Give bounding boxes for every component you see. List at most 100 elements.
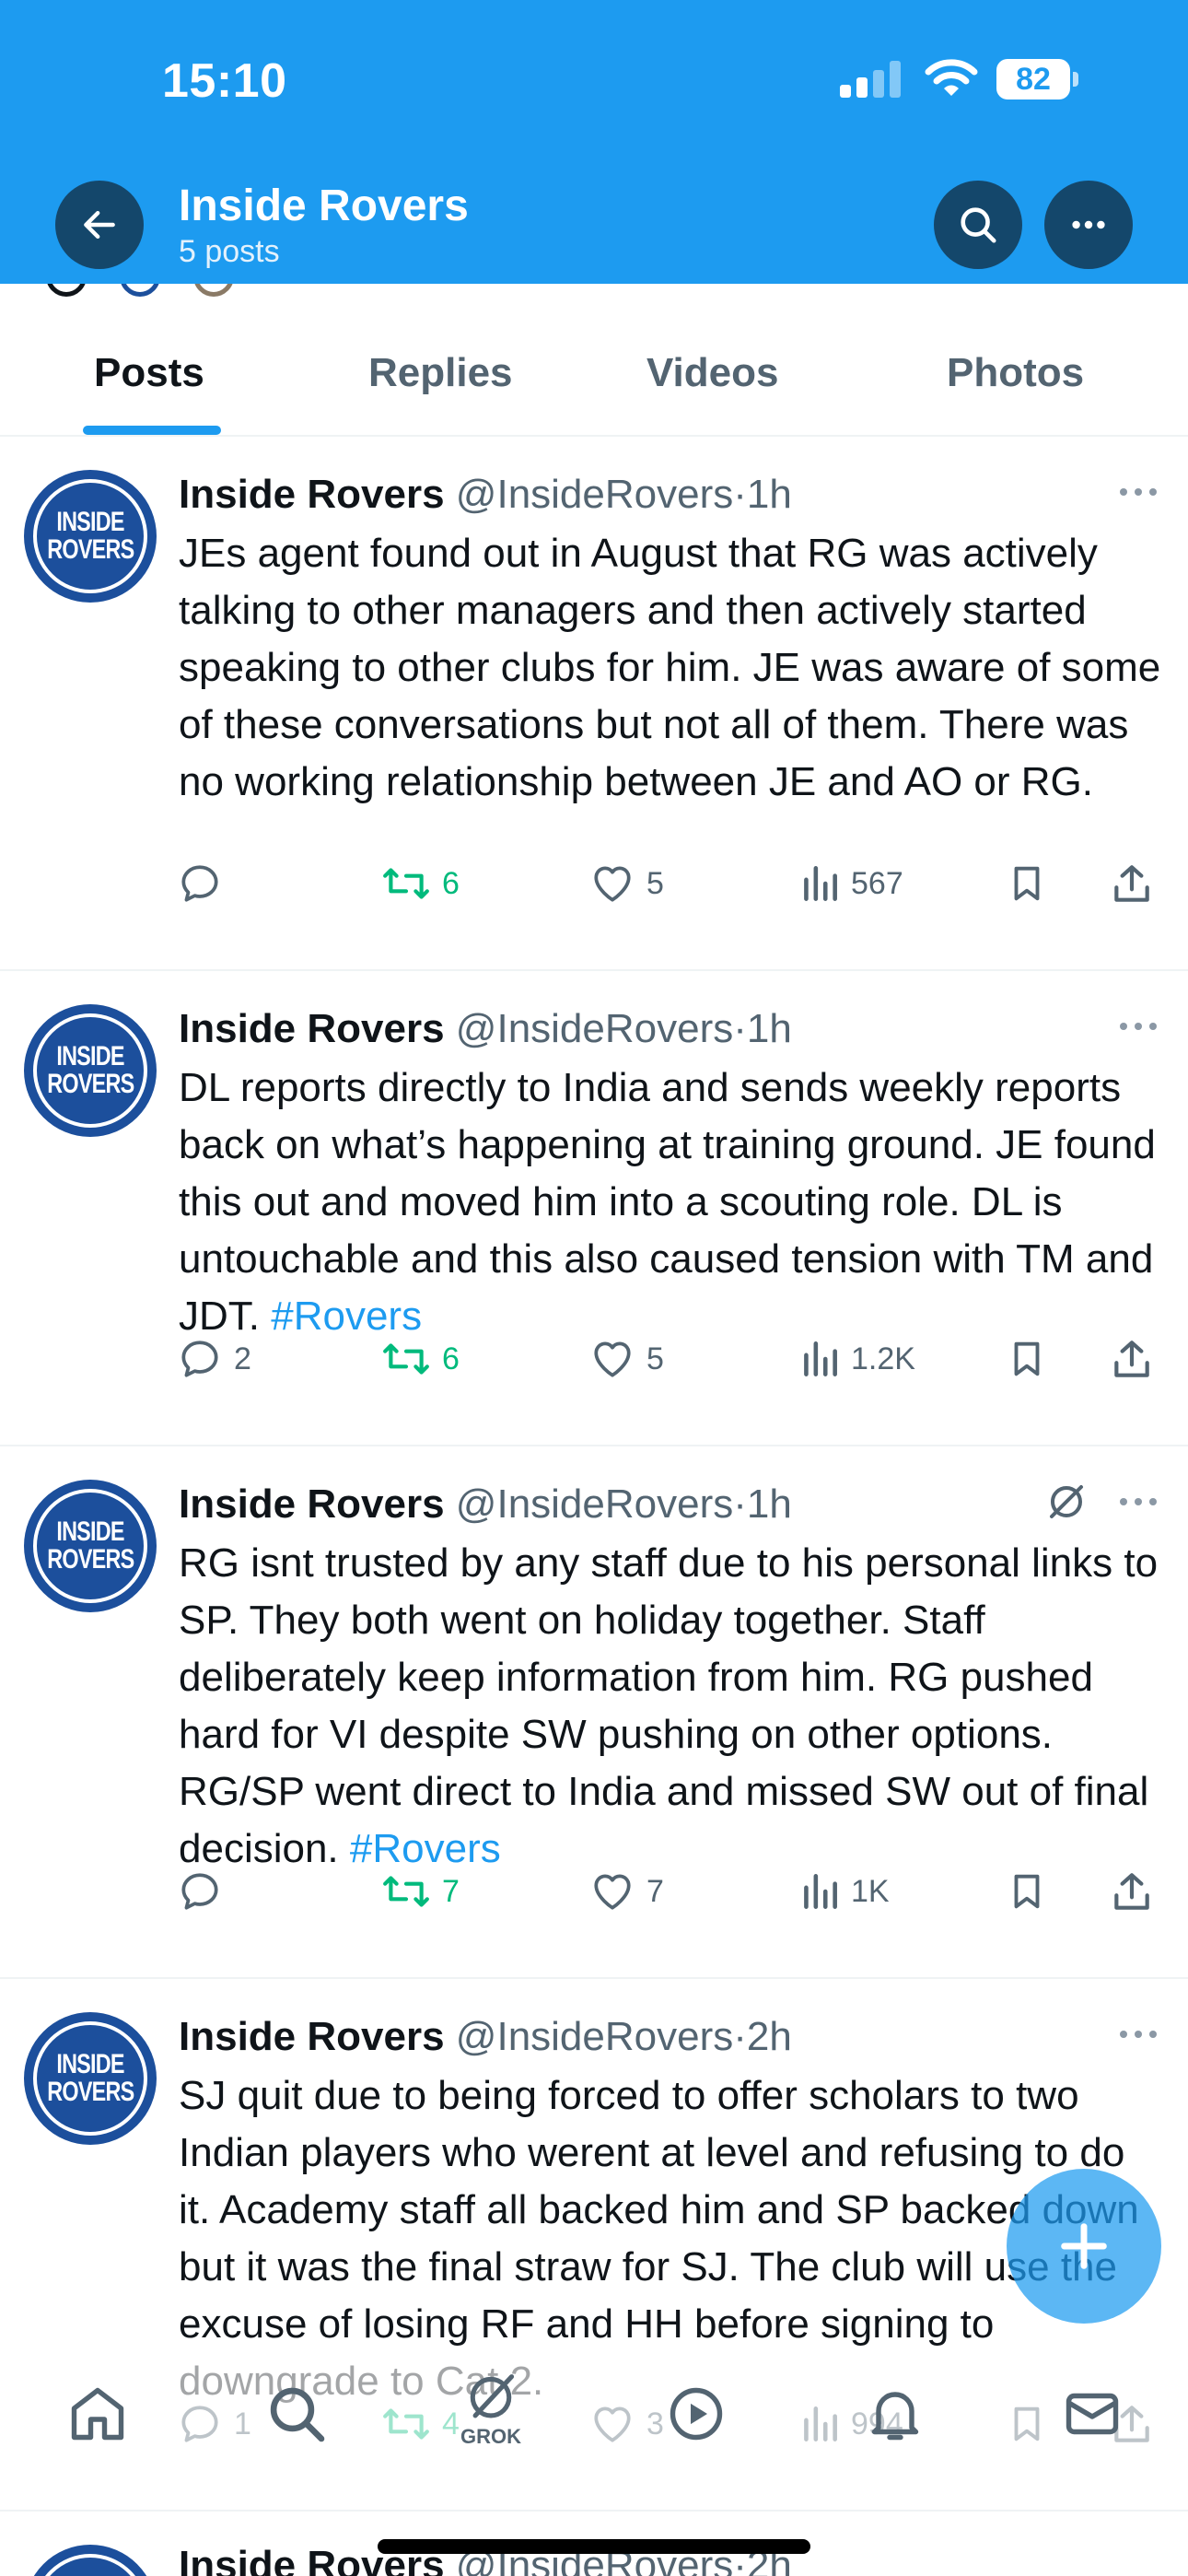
back-button[interactable] xyxy=(55,181,144,269)
share-icon xyxy=(1114,1341,1149,1377)
post-card[interactable]: INSIDEROVERS Inside Rovers @InsideRovers… xyxy=(0,437,1188,971)
status-time: 15:10 xyxy=(162,54,287,108)
ellipsis-icon xyxy=(1120,1023,1157,1030)
bookmark-button[interactable] xyxy=(1006,1859,1048,1924)
post-time[interactable]: 1h xyxy=(747,472,792,517)
like-count: 7 xyxy=(646,1873,664,1909)
author-handle[interactable]: @InsideRovers xyxy=(456,472,733,517)
heart-icon xyxy=(594,1341,631,1377)
avatar[interactable]: INSIDEROVERS xyxy=(24,2545,157,2576)
post-time[interactable]: 1h xyxy=(747,1006,792,1051)
post-author-line: Inside Rovers @InsideRovers·2h xyxy=(179,2014,792,2059)
profile-tabs: Posts Replies Videos Photos xyxy=(0,284,1188,437)
post-more-button[interactable] xyxy=(1116,1017,1160,1040)
home-icon xyxy=(71,2387,124,2441)
author-handle[interactable]: @InsideRovers xyxy=(456,1481,733,1527)
like-count: 5 xyxy=(646,1341,664,1376)
views-chart-icon xyxy=(804,1874,837,1909)
search-button[interactable] xyxy=(934,181,1022,269)
author-name[interactable]: Inside Rovers xyxy=(179,1006,445,1051)
more-options-button[interactable] xyxy=(1044,181,1133,269)
reply-count: 2 xyxy=(234,1341,251,1376)
reply-icon xyxy=(181,1341,218,1377)
post-more-button[interactable] xyxy=(1116,1493,1160,1516)
views-button[interactable]: 567 xyxy=(799,851,903,916)
share-button[interactable] xyxy=(1109,1327,1155,1391)
author-name[interactable]: Inside Rovers xyxy=(179,1481,445,1527)
avatar[interactable]: INSIDEROVERS xyxy=(24,2012,157,2145)
avatar[interactable]: INSIDEROVERS xyxy=(24,1480,157,1612)
avatar[interactable]: INSIDEROVERS xyxy=(24,1004,157,1137)
post-actions: 7 7 1K xyxy=(0,1859,1188,1924)
reply-icon xyxy=(181,865,218,902)
arrow-left-icon xyxy=(84,210,115,240)
envelope-icon xyxy=(1066,2393,1119,2435)
ellipsis-icon xyxy=(1120,1498,1157,1505)
author-name[interactable]: Inside Rovers xyxy=(179,472,445,517)
like-button[interactable]: 5 xyxy=(589,1327,664,1391)
post-time[interactable]: 1h xyxy=(747,1481,792,1527)
search-icon xyxy=(961,207,996,243)
search-icon xyxy=(270,2387,325,2442)
heart-icon xyxy=(594,866,631,902)
reply-icon xyxy=(181,1873,218,1910)
repost-button[interactable]: 7 xyxy=(381,1859,460,1924)
nav-grok[interactable]: GROK xyxy=(459,2371,523,2449)
ellipsis-icon xyxy=(1120,2031,1157,2038)
author-handle[interactable]: @InsideRovers xyxy=(456,1006,733,1051)
grok-icon xyxy=(470,2374,515,2418)
plus-icon xyxy=(1061,2223,1107,2269)
post-card[interactable]: INSIDEROVERS Inside Rovers @InsideRovers… xyxy=(0,1446,1188,1979)
view-count: 1.2K xyxy=(851,1341,915,1376)
nav-notifications[interactable] xyxy=(862,2381,928,2447)
post-more-button[interactable] xyxy=(1116,483,1160,506)
nav-messages[interactable] xyxy=(1059,2381,1125,2447)
post-card[interactable]: INSIDEROVERS Inside Rovers @InsideRovers… xyxy=(0,971,1188,1446)
views-button[interactable]: 1K xyxy=(799,1859,890,1924)
compose-post-button[interactable] xyxy=(1007,2169,1161,2324)
reply-button[interactable]: 2 xyxy=(177,1327,251,1391)
share-button[interactable] xyxy=(1109,1859,1155,1924)
views-button[interactable]: 1.2K xyxy=(799,1327,915,1391)
post-more-button[interactable] xyxy=(1116,2025,1160,2048)
avatar[interactable]: INSIDEROVERS xyxy=(24,470,157,603)
heart-icon xyxy=(594,1874,631,1910)
tab-replies[interactable]: Replies xyxy=(368,350,513,396)
reply-button[interactable] xyxy=(177,1859,234,1924)
bookmark-button[interactable] xyxy=(1006,851,1048,916)
grok-explain-icon[interactable] xyxy=(1044,1480,1089,1528)
like-count: 5 xyxy=(646,865,664,901)
bookmark-icon xyxy=(1014,1341,1040,1376)
active-tab-indicator xyxy=(83,426,221,435)
tab-photos[interactable]: Photos xyxy=(947,350,1084,396)
post-time[interactable]: 2h xyxy=(747,2014,792,2059)
bell-icon xyxy=(871,2392,919,2441)
tab-posts[interactable]: Posts xyxy=(94,350,204,396)
battery-level: 82 xyxy=(996,59,1070,100)
view-count: 1K xyxy=(851,1873,890,1909)
repost-button[interactable]: 6 xyxy=(381,851,460,916)
nav-explore[interactable] xyxy=(263,2381,330,2447)
reply-button[interactable] xyxy=(177,851,234,916)
post-text: DL reports directly to India and sends w… xyxy=(179,1065,1156,1339)
bookmark-icon xyxy=(1014,1874,1040,1909)
like-button[interactable]: 5 xyxy=(589,851,664,916)
post-author-line: Inside Rovers @InsideRovers·1h xyxy=(179,1006,792,1051)
repost-icon xyxy=(383,1343,429,1375)
author-name[interactable]: Inside Rovers xyxy=(179,2014,445,2059)
post-text: RG isnt trusted by any staff due to his … xyxy=(179,1540,1159,1871)
post-actions: 2 6 5 1.2K xyxy=(0,1327,1188,1391)
views-chart-icon xyxy=(804,1341,837,1376)
repost-button[interactable]: 6 xyxy=(381,1327,460,1391)
tab-videos[interactable]: Videos xyxy=(646,350,778,396)
wifi-icon xyxy=(925,57,978,102)
share-button[interactable] xyxy=(1109,851,1155,916)
post-count: 5 posts xyxy=(179,234,280,269)
bookmark-button[interactable] xyxy=(1006,1327,1048,1391)
ellipsis-icon xyxy=(1072,220,1105,229)
like-button[interactable]: 7 xyxy=(589,1859,664,1924)
author-handle[interactable]: @InsideRovers xyxy=(456,2014,733,2059)
nav-video[interactable] xyxy=(663,2381,729,2447)
nav-home[interactable] xyxy=(64,2381,131,2447)
post-author-line: Inside Rovers @InsideRovers·1h xyxy=(179,1481,792,1527)
